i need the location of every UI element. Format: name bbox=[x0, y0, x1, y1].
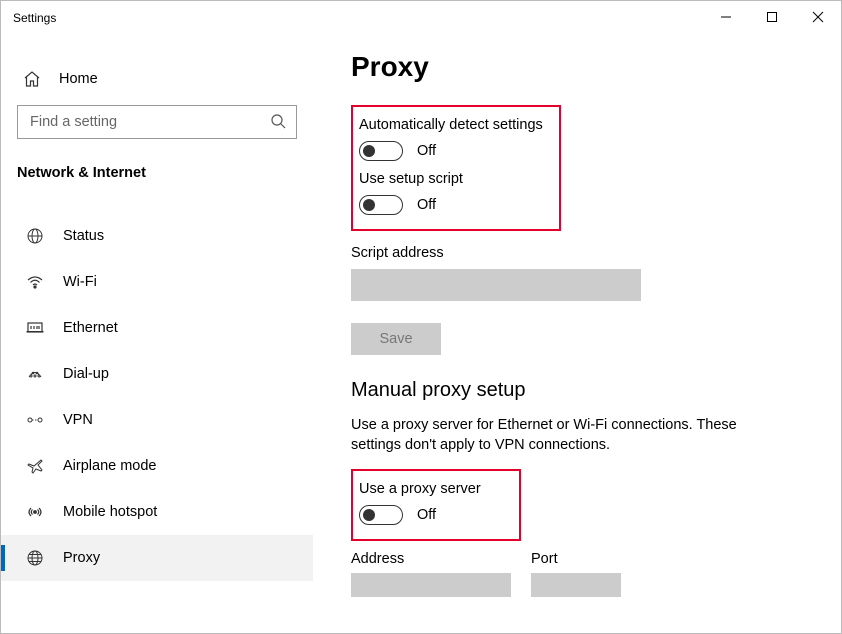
auto-detect-toggle[interactable] bbox=[359, 141, 403, 161]
script-address-input bbox=[351, 269, 641, 301]
home-nav[interactable]: Home bbox=[1, 59, 313, 99]
home-icon bbox=[23, 70, 43, 88]
sidebar-item-airplane[interactable]: Airplane mode bbox=[1, 443, 313, 489]
sidebar-item-dialup[interactable]: Dial-up bbox=[1, 351, 313, 397]
sidebar-item-label: Ethernet bbox=[63, 320, 118, 336]
sidebar-item-label: Wi-Fi bbox=[63, 274, 97, 290]
sidebar-item-label: Dial-up bbox=[63, 366, 109, 382]
setup-script-label: Use setup script bbox=[359, 171, 553, 187]
ethernet-icon bbox=[25, 319, 45, 337]
sidebar-item-wifi[interactable]: Wi-Fi bbox=[1, 259, 313, 305]
address-input bbox=[351, 573, 511, 597]
save-button-label: Save bbox=[379, 331, 412, 347]
sidebar-item-label: Status bbox=[63, 228, 104, 244]
save-button: Save bbox=[351, 323, 441, 355]
port-label: Port bbox=[531, 551, 621, 567]
highlight-box-manual: Use a proxy server Off bbox=[351, 469, 521, 541]
main-content: Proxy Automatically detect settings Off … bbox=[313, 33, 841, 633]
port-input bbox=[531, 573, 621, 597]
search-box[interactable] bbox=[17, 105, 297, 139]
sidebar-item-label: Mobile hotspot bbox=[63, 504, 157, 520]
window-title: Settings bbox=[13, 9, 703, 25]
proxy-server-toggle[interactable] bbox=[359, 505, 403, 525]
close-button[interactable] bbox=[795, 1, 841, 33]
sidebar-item-label: Airplane mode bbox=[63, 458, 157, 474]
sidebar-item-label: Proxy bbox=[63, 550, 100, 566]
home-label: Home bbox=[59, 71, 98, 87]
sidebar-item-hotspot[interactable]: Mobile hotspot bbox=[1, 489, 313, 535]
script-address-label: Script address bbox=[351, 245, 821, 261]
setup-script-state: Off bbox=[417, 197, 436, 213]
vpn-icon bbox=[25, 411, 45, 429]
proxy-server-label: Use a proxy server bbox=[359, 481, 513, 497]
title-bar: Settings bbox=[1, 1, 841, 33]
auto-detect-label: Automatically detect settings bbox=[359, 117, 553, 133]
status-icon bbox=[25, 227, 45, 245]
minimize-button[interactable] bbox=[703, 1, 749, 33]
maximize-button[interactable] bbox=[749, 1, 795, 33]
search-input[interactable] bbox=[28, 113, 270, 131]
sidebar-item-vpn[interactable]: VPN bbox=[1, 397, 313, 443]
airplane-icon bbox=[25, 457, 45, 475]
nav-list: Status Wi-Fi Ethernet bbox=[1, 213, 313, 581]
category-header: Network & Internet bbox=[1, 139, 313, 195]
auto-detect-state: Off bbox=[417, 143, 436, 159]
wifi-icon bbox=[25, 273, 45, 291]
search-icon bbox=[270, 113, 286, 132]
sidebar-item-ethernet[interactable]: Ethernet bbox=[1, 305, 313, 351]
setup-script-toggle[interactable] bbox=[359, 195, 403, 215]
hotspot-icon bbox=[25, 503, 45, 521]
manual-section-header: Manual proxy setup bbox=[351, 379, 821, 402]
sidebar: Home Network & Internet Statu bbox=[1, 33, 313, 633]
highlight-box-auto: Automatically detect settings Off Use se… bbox=[351, 105, 561, 231]
page-title: Proxy bbox=[351, 51, 821, 83]
dialup-icon bbox=[25, 365, 45, 383]
sidebar-item-proxy[interactable]: Proxy bbox=[1, 535, 313, 581]
sidebar-item-label: VPN bbox=[63, 412, 93, 428]
sidebar-item-status[interactable]: Status bbox=[1, 213, 313, 259]
manual-description: Use a proxy server for Ethernet or Wi-Fi… bbox=[351, 416, 781, 455]
address-label: Address bbox=[351, 551, 511, 567]
proxy-icon bbox=[25, 549, 45, 567]
proxy-server-state: Off bbox=[417, 507, 436, 523]
